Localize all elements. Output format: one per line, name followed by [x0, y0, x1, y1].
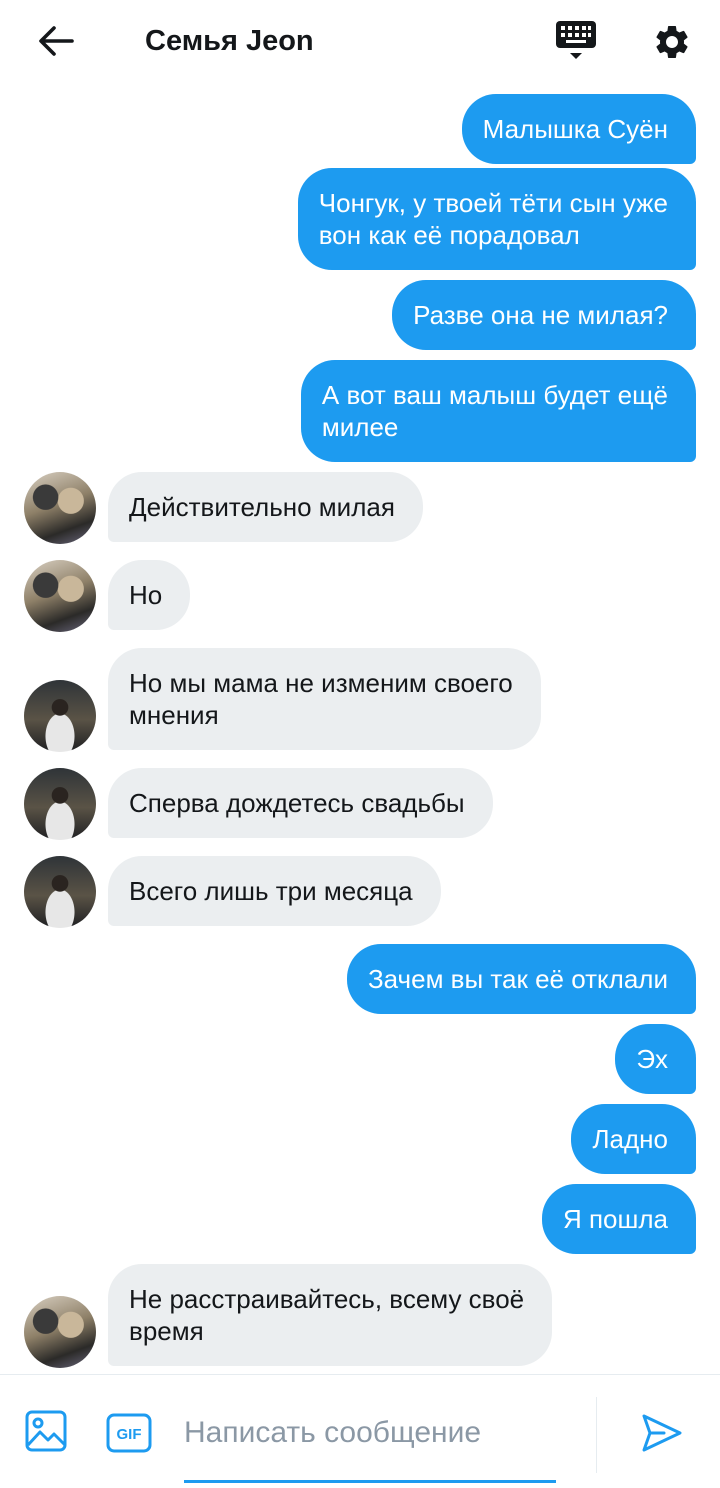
gear-icon	[656, 25, 688, 58]
chat-header: Семья Jeon	[0, 0, 720, 84]
avatar[interactable]	[24, 472, 96, 544]
send-icon	[642, 1414, 682, 1452]
avatar[interactable]	[24, 1296, 96, 1368]
message-text: Я пошла	[562, 1204, 668, 1234]
gif-button[interactable]: GIF	[106, 1411, 152, 1455]
message-text: Зачем вы так её отклали	[367, 964, 668, 994]
message-text: Разве она не милая?	[413, 300, 668, 330]
image-icon	[25, 1410, 67, 1452]
gif-icon: GIF	[106, 1413, 152, 1453]
message-text: Ладно	[592, 1124, 668, 1154]
avatar[interactable]	[24, 768, 96, 840]
message-text: Всего лишь три месяца	[129, 876, 413, 906]
message-input-wrapper	[184, 1405, 556, 1483]
gif-label: GIF	[117, 1426, 142, 1443]
settings-button[interactable]	[648, 18, 696, 66]
outgoing-message[interactable]: Ладно	[571, 1104, 696, 1174]
outgoing-message[interactable]: А вот ваш малыш будет ещё милее	[300, 360, 696, 462]
back-button[interactable]	[30, 18, 82, 64]
incoming-message[interactable]: Не расстраивайтесь, всему своё время	[108, 1264, 553, 1366]
message-composer: GIF	[0, 1374, 720, 1488]
message-text: Чонгук, у твоей тёти сын уже вон как её …	[318, 188, 668, 250]
outgoing-message[interactable]: Зачем вы так её отклали	[346, 944, 696, 1014]
outgoing-message[interactable]: Эх	[615, 1024, 696, 1094]
conversation-title: Семья Jeon	[145, 25, 314, 57]
message-text: Эх	[636, 1044, 668, 1074]
message-text: Не расстраивайтесь, всему своё время	[129, 1284, 525, 1346]
message-text: Действительно милая	[129, 492, 395, 522]
incoming-message[interactable]: Действительно милая	[108, 472, 423, 542]
outgoing-message[interactable]: Малышка Суён	[461, 94, 696, 164]
keyboard-icon	[556, 21, 596, 59]
message-input[interactable]	[184, 1405, 556, 1461]
message-list[interactable]: Малышка Суён Чонгук, у твоей тёти сын уж…	[0, 84, 720, 1374]
message-text: Но	[129, 580, 163, 610]
message-text: Малышка Суён	[482, 114, 668, 144]
message-text: А вот ваш малыш будет ещё милее	[321, 380, 668, 442]
avatar[interactable]	[24, 680, 96, 752]
incoming-message[interactable]: Всего лишь три месяца	[108, 856, 441, 926]
avatar[interactable]	[24, 560, 96, 632]
arrow-left-icon	[39, 26, 74, 56]
message-text: Но мы мама не изменим своего мнения	[129, 668, 513, 730]
incoming-message[interactable]: Но мы мама не изменим своего мнения	[108, 648, 541, 750]
outgoing-message[interactable]: Разве она не милая?	[392, 280, 696, 350]
send-button[interactable]	[640, 1411, 686, 1455]
keyboard-button[interactable]	[552, 20, 600, 64]
message-text: Сперва дождетесь свадьбы	[129, 788, 465, 818]
avatar[interactable]	[24, 856, 96, 928]
outgoing-message[interactable]: Чонгук, у твоей тёти сын уже вон как её …	[297, 168, 696, 270]
incoming-message[interactable]: Сперва дождетесь свадьбы	[108, 768, 493, 838]
incoming-message[interactable]: Но	[108, 560, 191, 630]
attach-image-button[interactable]	[24, 1409, 72, 1457]
divider	[596, 1397, 597, 1473]
outgoing-message[interactable]: Я пошла	[541, 1184, 696, 1254]
